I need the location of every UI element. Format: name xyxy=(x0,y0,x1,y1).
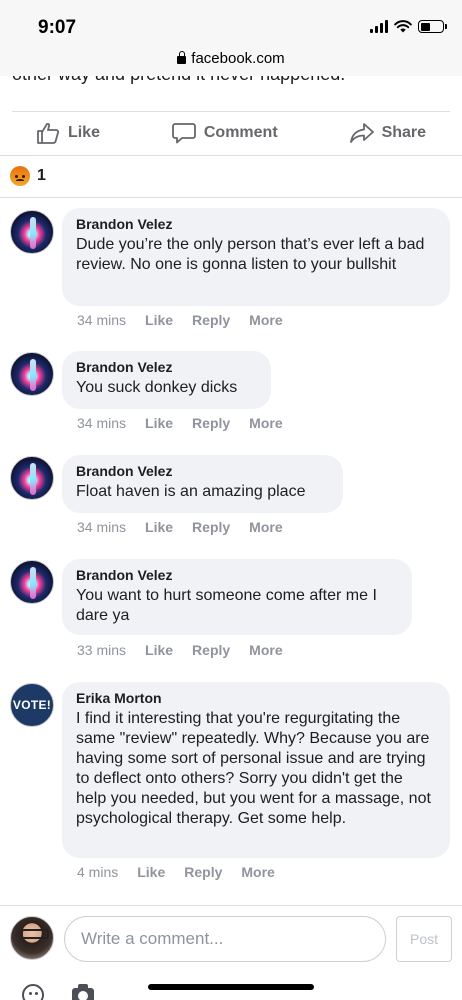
comment-reply-button[interactable]: Reply xyxy=(192,642,230,658)
post-action-row: Like Comment Share xyxy=(0,112,462,154)
avatar[interactable] xyxy=(10,352,54,396)
comment-label: Comment xyxy=(203,124,278,141)
comment-reply-button[interactable]: Reply xyxy=(192,312,230,328)
comment-reply-button[interactable]: Reply xyxy=(184,864,222,880)
camera-icon[interactable] xyxy=(72,984,94,1000)
battery-icon xyxy=(418,20,447,33)
comment-like-button[interactable]: Like xyxy=(145,642,173,658)
comment-author[interactable]: Brandon Velez xyxy=(76,216,436,232)
reaction-count: 1 xyxy=(37,167,46,184)
status-bar: 9:07 xyxy=(0,0,462,46)
comment-author[interactable]: Brandon Velez xyxy=(76,359,257,375)
comment-time[interactable]: 4 mins xyxy=(77,864,118,880)
comment-bubble[interactable]: Erika Morton I find it interesting that … xyxy=(62,682,450,858)
comment-more-button[interactable]: More xyxy=(249,519,282,535)
current-user-avatar xyxy=(10,916,54,960)
divider xyxy=(0,155,462,156)
url-bar[interactable]: facebook.com xyxy=(0,46,462,76)
post-button[interactable]: Post xyxy=(396,916,452,962)
comment-more-button[interactable]: More xyxy=(241,864,274,880)
comment-meta: 34 mins Like Reply More xyxy=(77,519,283,535)
status-time: 9:07 xyxy=(38,17,77,38)
angry-emoji-icon xyxy=(10,166,30,186)
comment-like-button[interactable]: Like xyxy=(145,415,173,431)
comment-meta: 34 mins Like Reply More xyxy=(77,415,283,431)
comment-more-button[interactable]: More xyxy=(249,312,282,328)
comment-text: I find it interesting that you're regurg… xyxy=(76,710,431,827)
like-button[interactable]: Like xyxy=(36,122,100,144)
comment-text: You suck donkey dicks xyxy=(76,379,238,396)
comment-bubble[interactable]: Brandon Velez You suck donkey dicks xyxy=(62,351,271,409)
comment-text: Dude you’re the only person that’s ever … xyxy=(76,236,425,273)
thumbs-up-icon xyxy=(37,122,59,144)
comment-time[interactable]: 34 mins xyxy=(77,519,126,535)
share-label: Share xyxy=(381,124,427,141)
comment-like-button[interactable]: Like xyxy=(145,519,173,535)
comment-input[interactable] xyxy=(64,916,386,962)
avatar[interactable]: VOTE! xyxy=(10,683,54,727)
comment-author[interactable]: Erika Morton xyxy=(76,690,436,706)
share-button[interactable]: Share xyxy=(349,122,427,144)
avatar[interactable] xyxy=(10,456,54,500)
like-label: Like xyxy=(67,124,100,141)
comment-like-button[interactable]: Like xyxy=(145,312,173,328)
comment-like-button[interactable]: Like xyxy=(137,864,165,880)
comment-text: Float haven is an amazing place xyxy=(76,483,306,500)
comment-bubble[interactable]: Brandon Velez You want to hurt someone c… xyxy=(62,559,412,635)
comment-button[interactable]: Comment xyxy=(171,122,278,144)
comment-more-button[interactable]: More xyxy=(249,642,282,658)
avatar[interactable] xyxy=(10,210,54,254)
home-indicator[interactable] xyxy=(148,984,314,990)
comment-more-button[interactable]: More xyxy=(249,415,282,431)
reaction-summary[interactable]: 1 xyxy=(10,166,46,186)
comment-bubble[interactable]: Brandon Velez Dude you’re the only perso… xyxy=(62,208,450,306)
comment-author[interactable]: Brandon Velez xyxy=(76,567,398,583)
comment-time[interactable]: 34 mins xyxy=(77,312,126,328)
comment-bubble-icon xyxy=(171,123,196,144)
url-text: facebook.com xyxy=(191,50,285,67)
lock-icon xyxy=(177,51,187,64)
comment-meta: 34 mins Like Reply More xyxy=(77,312,283,328)
comment-reply-button[interactable]: Reply xyxy=(192,519,230,535)
comment-meta: 4 mins Like Reply More xyxy=(77,864,275,880)
status-icons xyxy=(370,20,447,33)
wifi-icon xyxy=(394,20,412,33)
divider xyxy=(0,905,462,906)
comment-time[interactable]: 33 mins xyxy=(77,642,126,658)
cellular-signal-icon xyxy=(370,20,388,33)
avatar[interactable] xyxy=(10,560,54,604)
comment-time[interactable]: 34 mins xyxy=(77,415,126,431)
comment-reply-button[interactable]: Reply xyxy=(192,415,230,431)
share-arrow-icon xyxy=(349,123,374,143)
comment-bubble[interactable]: Brandon Velez Float haven is an amazing … xyxy=(62,455,343,513)
comment-author[interactable]: Brandon Velez xyxy=(76,463,329,479)
emoji-icon[interactable] xyxy=(22,984,44,1000)
avatar-vote-text: VOTE! xyxy=(12,698,52,712)
comment-text: You want to hurt someone come after me I… xyxy=(76,587,377,624)
comment-meta: 33 mins Like Reply More xyxy=(77,642,283,658)
divider xyxy=(0,197,462,198)
